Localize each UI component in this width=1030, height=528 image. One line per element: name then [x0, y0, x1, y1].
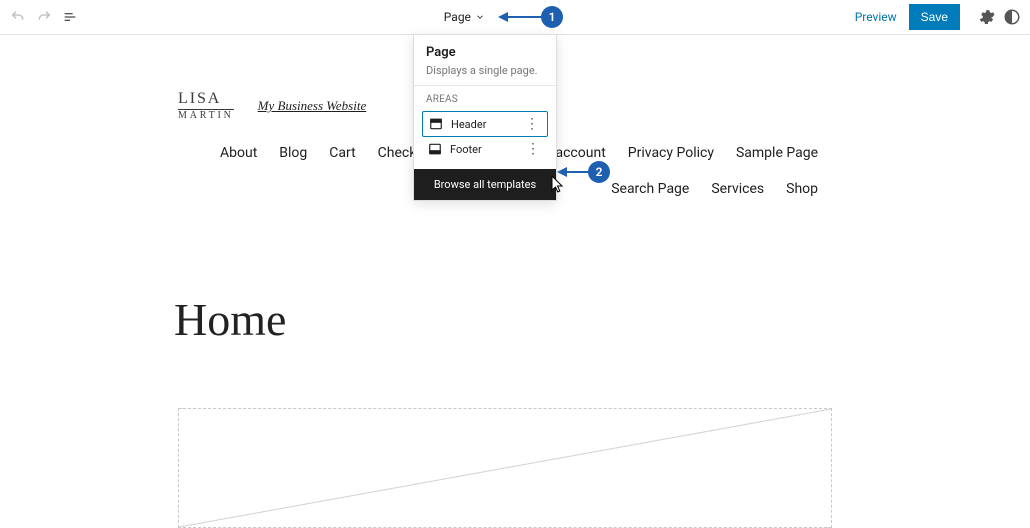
- header-layout-icon: [429, 117, 443, 131]
- area-item-label: Footer: [450, 143, 516, 156]
- browse-all-templates-button[interactable]: Browse all templates: [414, 169, 556, 200]
- nav-link[interactable]: Blog: [279, 145, 307, 161]
- area-item-footer[interactable]: Footer ⋮: [422, 137, 548, 161]
- page-title[interactable]: Home: [174, 293, 852, 346]
- mouse-cursor-icon: [551, 175, 565, 193]
- nav-link[interactable]: Cart: [329, 145, 355, 161]
- chevron-down-icon: [475, 12, 485, 22]
- top-bar-right-tools: Preview Save: [849, 4, 1022, 30]
- annotation-badge-2: 2: [588, 161, 610, 183]
- top-bar-left-tools: [8, 7, 80, 27]
- nav-link[interactable]: Privacy Policy: [628, 145, 714, 161]
- nav-link[interactable]: About: [220, 145, 257, 161]
- settings-gear-icon[interactable]: [976, 7, 996, 27]
- nav-link[interactable]: Services: [711, 181, 764, 197]
- empty-block-placeholder[interactable]: [178, 408, 832, 528]
- site-logo[interactable]: LISA MARTIN: [178, 91, 234, 121]
- area-item-more-icon[interactable]: ⋮: [524, 142, 542, 156]
- styles-contrast-icon[interactable]: [1002, 7, 1022, 27]
- site-logo-first: LISA: [178, 91, 234, 107]
- area-item-header[interactable]: Header ⋮: [422, 111, 548, 137]
- dropdown-areas: Header ⋮ Footer ⋮: [414, 111, 556, 169]
- template-dropdown: Page Displays a single page. AREAS Heade…: [413, 34, 557, 201]
- dropdown-areas-label: AREAS: [414, 85, 556, 111]
- redo-icon[interactable]: [34, 7, 54, 27]
- save-button[interactable]: Save: [909, 4, 960, 30]
- site-logo-last: MARTIN: [178, 109, 234, 121]
- annotation-arrow-1: [498, 11, 542, 23]
- undo-icon[interactable]: [8, 7, 28, 27]
- nav-link[interactable]: Shop: [786, 181, 818, 197]
- dropdown-title: Page: [426, 45, 544, 60]
- area-item-more-icon[interactable]: ⋮: [523, 117, 541, 131]
- template-selector-label: Page: [444, 10, 471, 24]
- site-tagline-link[interactable]: My Business Website: [258, 98, 367, 114]
- nav-link[interactable]: Search Page: [611, 181, 689, 197]
- area-item-label: Header: [451, 118, 515, 131]
- dropdown-description: Displays a single page.: [426, 64, 544, 77]
- preview-button[interactable]: Preview: [849, 6, 903, 28]
- nav-link[interactable]: Sample Page: [736, 145, 818, 161]
- annotation-badge-1: 1: [541, 6, 563, 28]
- dropdown-header: Page Displays a single page.: [414, 35, 556, 85]
- footer-layout-icon: [428, 142, 442, 156]
- template-selector[interactable]: Page: [80, 10, 849, 24]
- list-view-icon[interactable]: [60, 7, 80, 27]
